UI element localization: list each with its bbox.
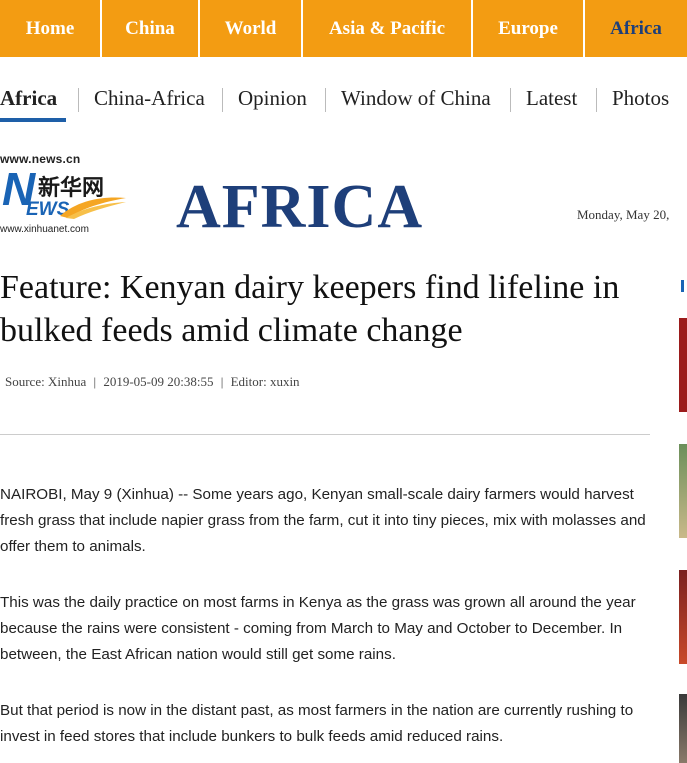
article-meta: Source: Xinhua | 2019-05-09 20:38:55 | E… [5,374,304,390]
article-paragraph: This was the daily practice on most farm… [0,594,636,663]
sub-nav-latest[interactable]: Latest [526,86,577,111]
sidebar-thumbnail[interactable] [679,570,687,664]
sub-nav-divider [325,88,326,112]
sub-nav-divider [222,88,223,112]
sub-nav-divider [510,88,511,112]
sub-nav-divider [78,88,79,112]
sub-nav-africa[interactable]: Africa [0,86,57,111]
xinhua-news-logo[interactable]: www.news.cn N 新华网 EWS www.xinhuanet.com [0,152,130,242]
sub-nav-china-africa[interactable]: China-Africa [94,86,205,111]
article-paragraph: NAIROBI, May 9 (Xinhua) -- Some years ag… [0,486,646,555]
sub-nav-divider [596,88,597,112]
top-nav-china[interactable]: China [102,0,198,57]
article-source: Source: Xinhua [5,374,87,389]
swoosh-icon [60,197,126,219]
sub-nav: Africa China-Africa Opinion Window of Ch… [0,80,687,124]
article-paragraph: But that period is now in the distant pa… [0,702,634,745]
top-nav-europe[interactable]: Europe [473,0,583,57]
article-editor: Editor: xuxin [230,374,300,389]
top-nav: Home China World Asia & Pacific Europe A… [0,0,687,57]
sidebar-thumbnail[interactable] [679,444,687,538]
sub-nav-opinion[interactable]: Opinion [238,86,307,111]
section-title: AFRICA [176,173,424,241]
current-date: Monday, May 20, [577,207,670,222]
meta-separator: | [93,374,97,389]
sub-nav-photos[interactable]: Photos [612,86,669,111]
sidebar-thumbnail[interactable] [679,694,687,763]
article-timestamp: 2019-05-09 20:38:55 [103,374,214,389]
sub-nav-window-of-china[interactable]: Window of China [341,86,491,111]
top-nav-home[interactable]: Home [0,0,100,57]
divider-line [0,434,650,435]
top-nav-world[interactable]: World [200,0,301,57]
top-nav-africa[interactable]: Africa [585,0,687,57]
meta-separator: | [220,374,224,389]
sidebar-header-fragment [679,280,687,294]
active-tab-underline [0,118,66,122]
top-nav-asia-pacific[interactable]: Asia & Pacific [303,0,471,57]
sidebar-thumbnail[interactable] [679,318,687,412]
logo-url-bottom: www.xinhuanet.com [0,224,89,235]
article-headline: Feature: Kenyan dairy keepers find lifel… [0,269,620,349]
